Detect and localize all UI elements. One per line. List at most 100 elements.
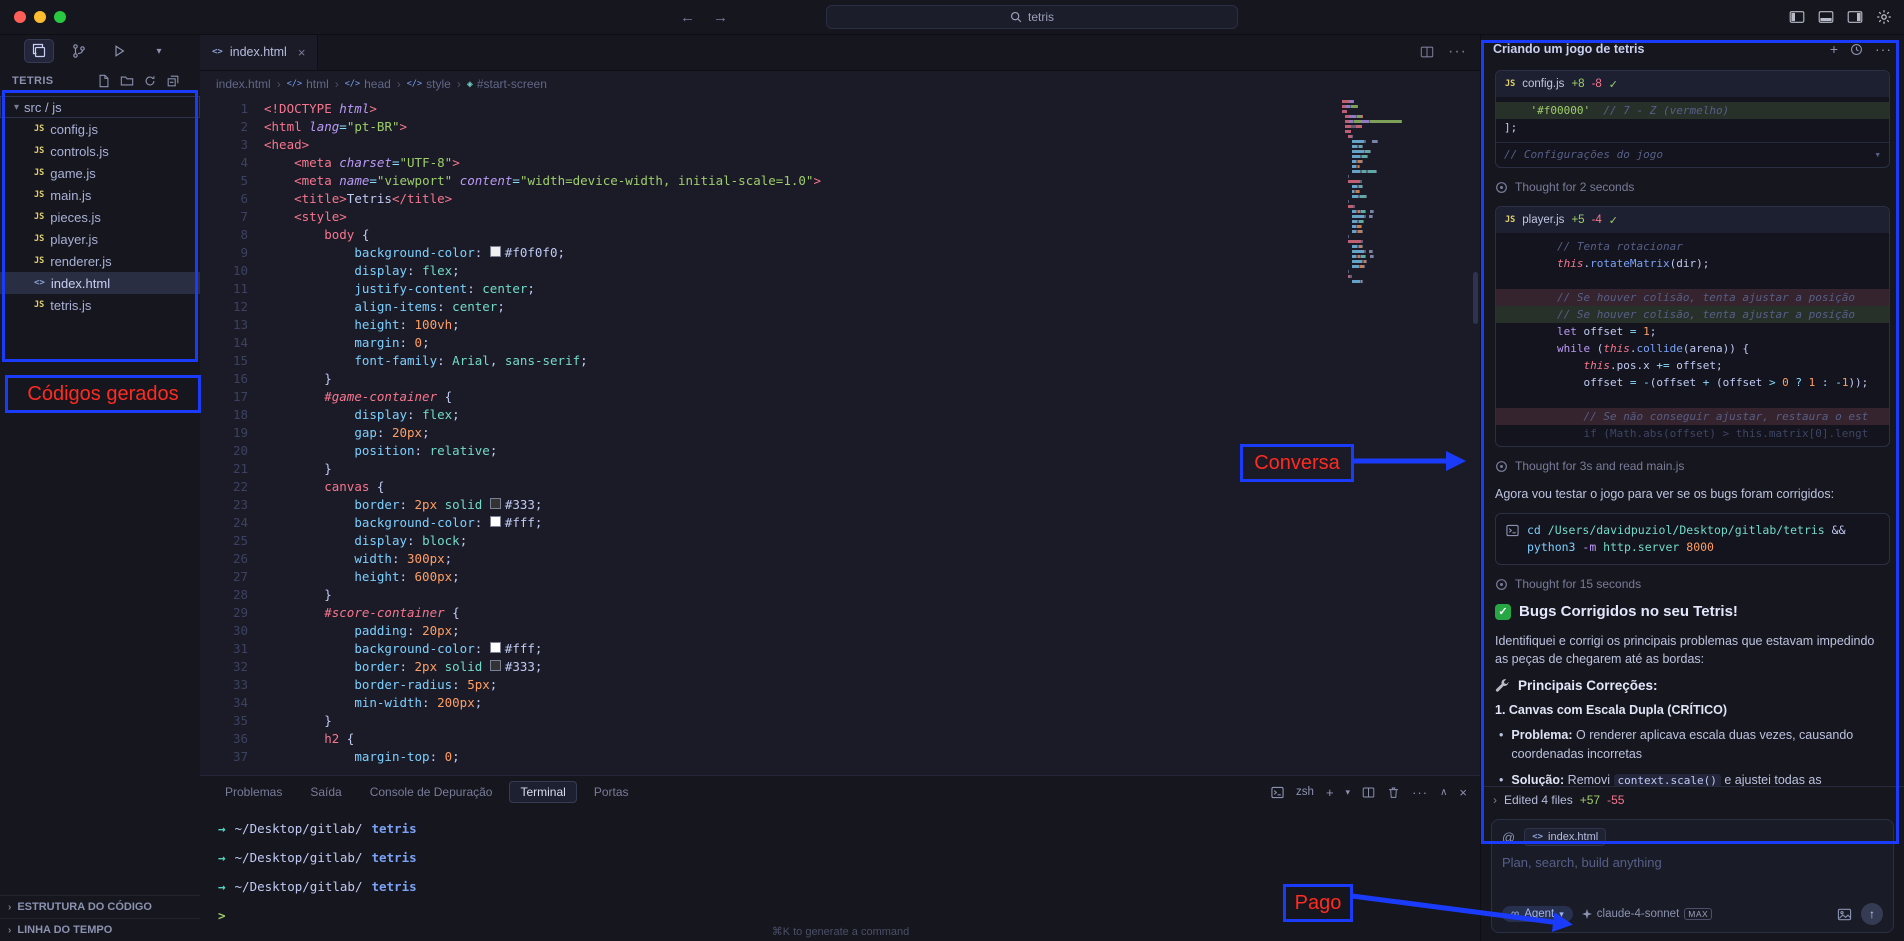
more-actions-icon[interactable]: ··· (1448, 43, 1467, 61)
new-chat-icon[interactable]: + (1830, 41, 1838, 57)
tree-file-player.js[interactable]: JSplayer.js (0, 228, 200, 250)
diff-line: if (Math.abs(offset) > this.matrix[0].le… (1496, 425, 1889, 442)
activity-bar: ▾ (0, 34, 200, 68)
split-editor-icon[interactable] (1420, 45, 1434, 59)
minimize-window-button[interactable] (34, 11, 46, 23)
terminal-output[interactable]: →~/Desktop/gitlab/tetris→~/Desktop/gitla… (200, 808, 1481, 930)
command-block[interactable]: cd /Users/davidpuziol/Desktop/gitlab/tet… (1495, 513, 1890, 565)
thought-row[interactable]: Thought for 3s and read main.js (1495, 459, 1890, 473)
scrollbar-thumb[interactable] (1473, 272, 1478, 324)
code-line: 3<head> (200, 136, 821, 154)
breadcrumb-item-#start-screen[interactable]: ◈#start-screen (467, 77, 547, 91)
html-file-icon: <> (212, 47, 223, 57)
tree-folder-src/js[interactable]: ▾src / js (0, 96, 200, 118)
toggle-sidebar-right-icon[interactable] (1847, 9, 1863, 25)
tree-file-game.js[interactable]: JSgame.js (0, 162, 200, 184)
js-file-icon: JS (34, 234, 44, 244)
panel-tab-Terminal[interactable]: Terminal (509, 781, 576, 803)
code-line: 27 height: 600px; (200, 568, 821, 586)
send-button[interactable]: ↑ (1861, 903, 1883, 925)
tree-file-main.js[interactable]: JSmain.js (0, 184, 200, 206)
breadcrumb-item-index.html[interactable]: index.html (216, 77, 271, 91)
diff-block-config.js: JSconfig.js+8-8✓ '#f00000' // 7 - Z (ver… (1495, 70, 1890, 168)
more-options-icon[interactable]: ··· (1875, 41, 1892, 57)
section-timeline[interactable]: › LINHA DO TEMPO (0, 918, 200, 941)
diff-code: '#f00000' // 7 - Z (vermelho)];// Config… (1496, 97, 1889, 167)
new-file-icon[interactable] (97, 74, 111, 88)
shell-label[interactable]: zsh (1296, 786, 1314, 798)
new-folder-icon[interactable] (120, 74, 134, 88)
code-line: 9 background-color: #f0f0f0; (200, 244, 821, 262)
close-tab-icon[interactable]: × (298, 45, 306, 60)
toggle-sidebar-left-icon[interactable] (1789, 9, 1805, 25)
tree-file-tetris.js[interactable]: JStetris.js (0, 294, 200, 316)
model-selector[interactable]: claude-4-sonnet MAX (1582, 908, 1712, 920)
new-terminal-icon[interactable]: + (1326, 785, 1334, 800)
refresh-icon[interactable] (143, 74, 157, 88)
maximize-window-button[interactable] (54, 11, 66, 23)
panel-tab-Problemas[interactable]: Problemas (214, 781, 293, 803)
more-views-button[interactable]: ▾ (144, 39, 174, 63)
collapse-all-icon[interactable] (166, 74, 180, 88)
code-line: 22 canvas { (200, 478, 821, 496)
chevron-down-icon: ▾ (1559, 909, 1564, 920)
diff-header[interactable]: JSconfig.js+8-8✓ (1496, 71, 1889, 97)
chevron-down-icon[interactable]: ▾ (1346, 787, 1351, 798)
panel-tabbar: Problemas Saída Console de DepuraçãoTermin… (200, 776, 1481, 808)
tree-file-renderer.js[interactable]: JSrenderer.js (0, 250, 200, 272)
breadcrumb-item-style[interactable]: </>style (407, 77, 451, 91)
close-window-button[interactable] (14, 11, 26, 23)
model-icon (1582, 909, 1592, 919)
thought-row[interactable]: Thought for 15 seconds (1495, 577, 1890, 591)
code-line: 32 border: 2px solid #333; (200, 658, 821, 676)
thought-row[interactable]: Thought for 2 seconds (1495, 180, 1890, 194)
panel-tab-Saída[interactable]: Saída (299, 781, 352, 803)
diff-line: ]; (1496, 119, 1889, 136)
chat-messages[interactable]: JSconfig.js+8-8✓ '#f00000' // 7 - Z (ver… (1481, 64, 1904, 786)
js-file-icon: JS (34, 124, 44, 134)
explorer-view-button[interactable] (24, 39, 54, 63)
chevron-down-icon[interactable]: ▾ (1874, 146, 1881, 163)
breadcrumb-separator: › (457, 77, 461, 91)
trash-icon[interactable] (1387, 786, 1400, 799)
section-outline[interactable]: › ESTRUTURA DO CÓDIGO (0, 895, 200, 918)
gear-icon[interactable] (1876, 9, 1892, 25)
panel-tab-Console de Depuração[interactable]: Console de Depuração (359, 781, 504, 803)
context-chip[interactable]: <> index.html (1524, 828, 1606, 846)
breadcrumb-item-head[interactable]: </>head (345, 77, 391, 91)
chat-paragraph: Identifiquei e corrigi os principais pro… (1495, 632, 1890, 668)
diff-line (1496, 272, 1889, 289)
forward-arrow-icon[interactable]: → (713, 9, 728, 26)
explorer-header: TETRIS (0, 68, 200, 94)
js-file-icon: JS (1505, 79, 1515, 89)
mode-selector[interactable]: ∞ Agent ▾ (1502, 906, 1573, 922)
panel-tab-Portas[interactable]: Portas (583, 781, 640, 803)
split-terminal-icon[interactable] (1362, 786, 1375, 799)
tree-file-config.js[interactable]: JSconfig.js (0, 118, 200, 140)
tree-file-index.html[interactable]: <>index.html (0, 272, 200, 294)
breadcrumb-item-html[interactable]: </>html (287, 77, 329, 91)
diff-header[interactable]: JSplayer.js+5-4✓ (1496, 207, 1889, 233)
command-search[interactable]: tetris (826, 5, 1238, 29)
back-arrow-icon[interactable]: ← (680, 9, 695, 26)
minimap[interactable] (1342, 100, 1412, 285)
chat-input[interactable]: @ <> index.html Plan, search, build anyt… (1491, 819, 1894, 933)
chevron-right-icon: › (8, 925, 11, 936)
source-control-button[interactable] (64, 39, 94, 63)
close-panel-icon[interactable]: × (1459, 785, 1467, 800)
chat-heading: ✓Bugs Corrigidos no seu Tetris! (1495, 603, 1890, 620)
code-viewport[interactable]: 1<!DOCTYPE html>2<html lang="pt-BR">3<he… (200, 96, 1481, 776)
chevron-down-icon: ▾ (156, 46, 161, 57)
tree-file-controls.js[interactable]: JScontrols.js (0, 140, 200, 162)
history-icon[interactable] (1850, 43, 1863, 56)
image-attach-icon[interactable] (1837, 907, 1852, 922)
tree-file-pieces.js[interactable]: JSpieces.js (0, 206, 200, 228)
run-debug-button[interactable] (104, 39, 134, 63)
tab-index.html[interactable]: <> index.html × (200, 34, 318, 70)
edited-files-bar[interactable]: › Edited 4 files +57 -55 (1481, 786, 1904, 813)
toggle-panel-icon[interactable] (1818, 9, 1834, 25)
mention-button[interactable]: @ (1502, 830, 1515, 845)
code-line: 5 <meta name="viewport" content="width=d… (200, 172, 821, 190)
maximize-panel-icon[interactable]: ∧ (1440, 787, 1447, 798)
more-actions-icon[interactable]: ··· (1412, 785, 1428, 800)
